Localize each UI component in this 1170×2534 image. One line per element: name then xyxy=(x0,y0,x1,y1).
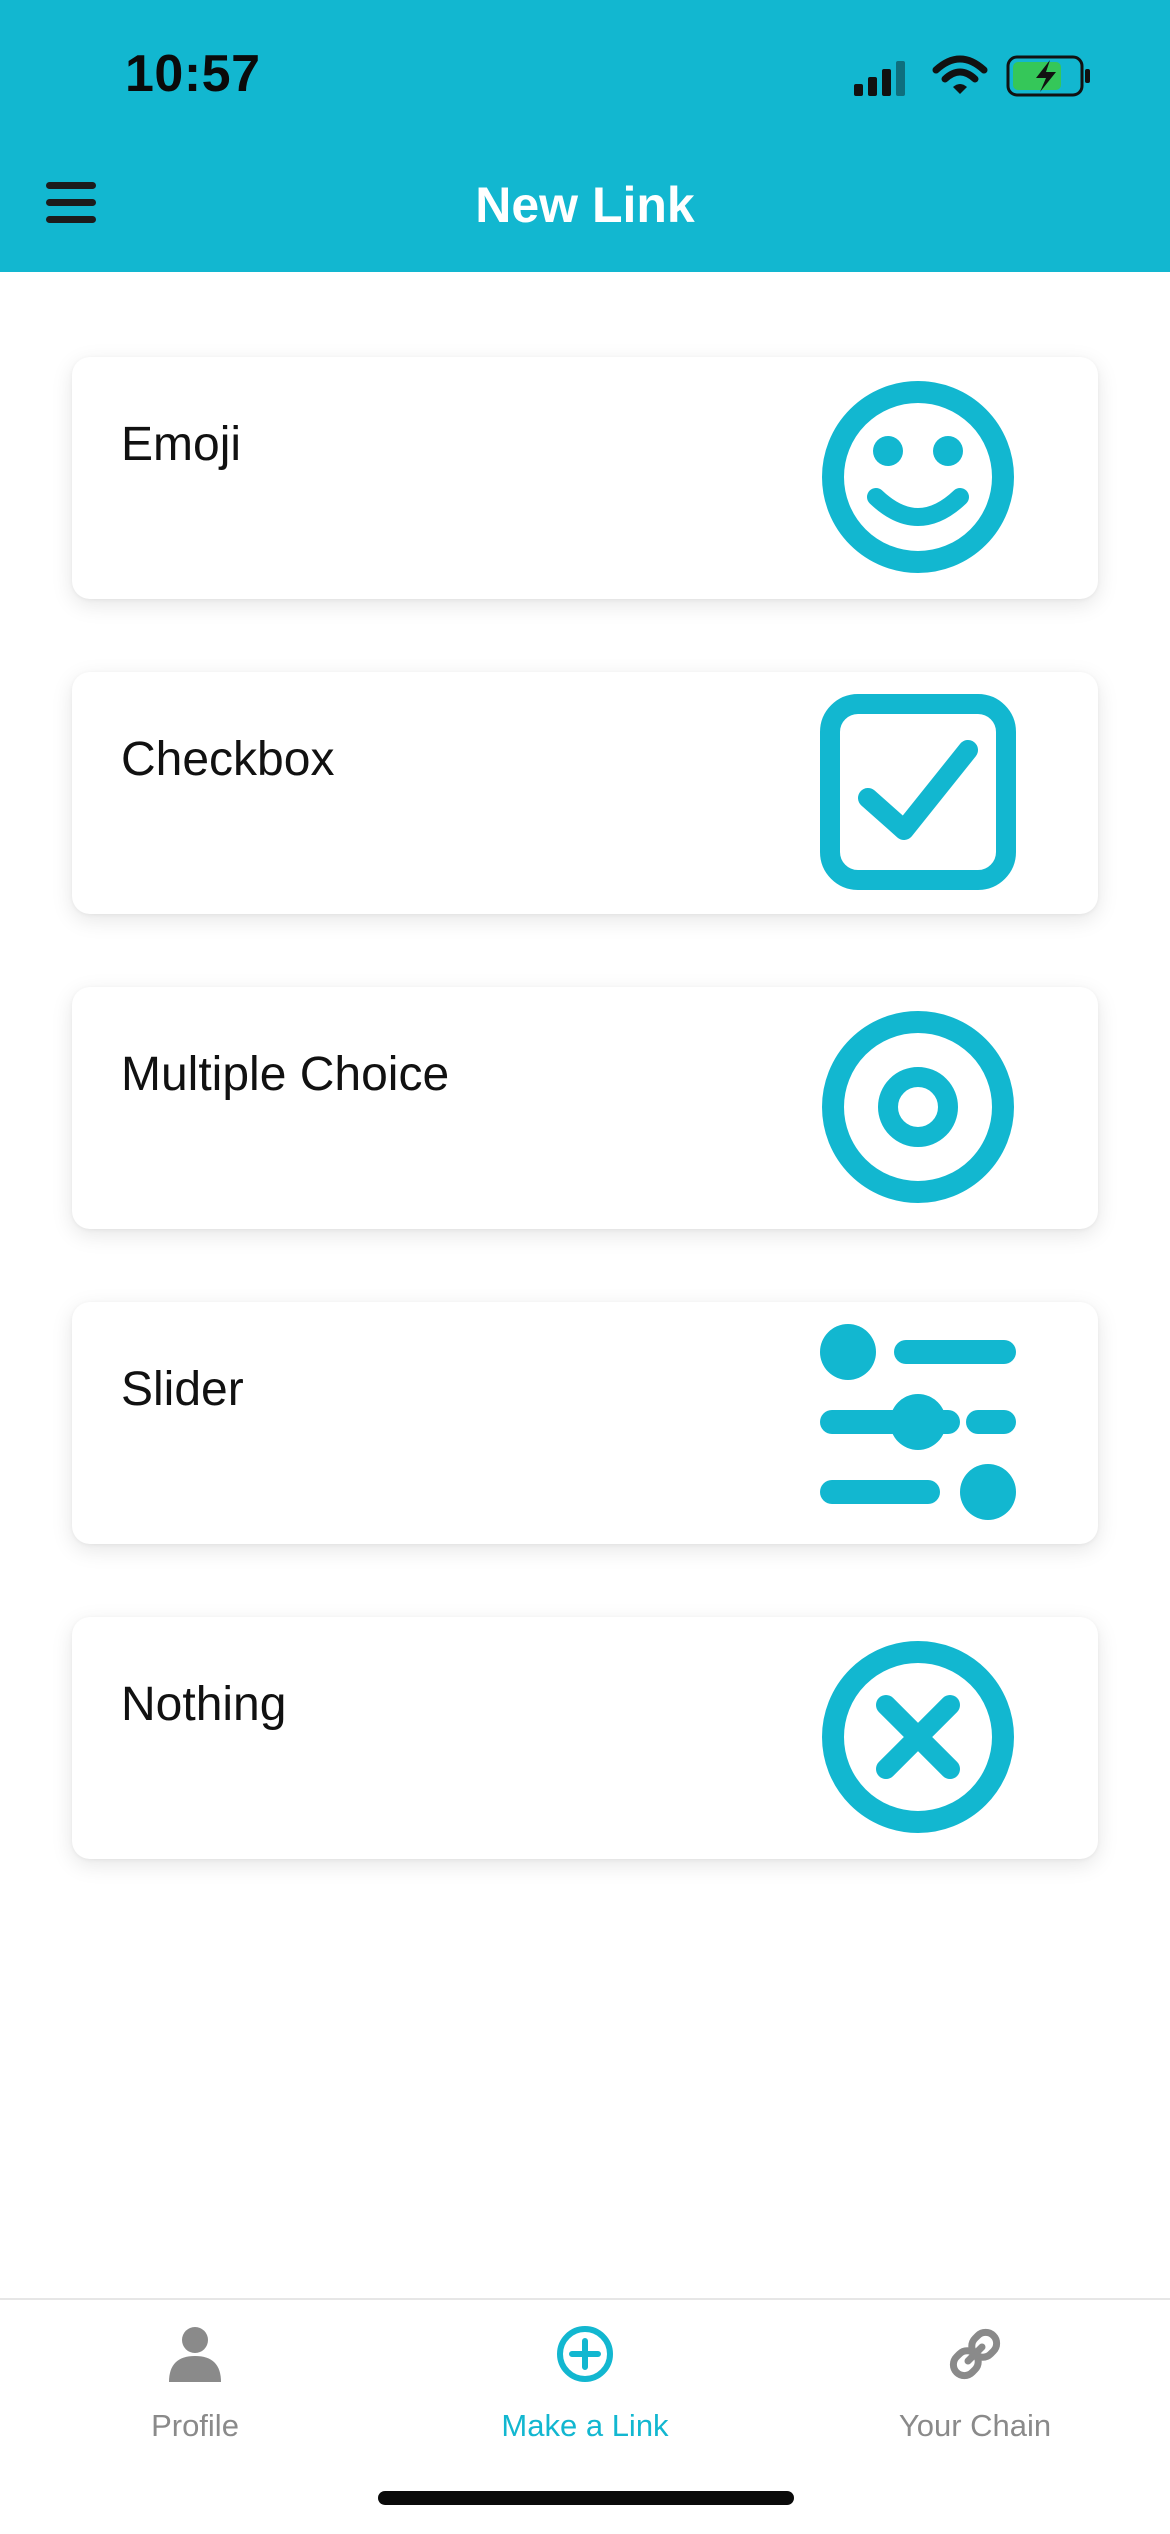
status-icons xyxy=(852,52,1092,102)
app-header: 10:57 New Link xyxy=(0,0,1170,272)
wifi-icon xyxy=(932,55,988,94)
home-indicator xyxy=(378,2491,794,2505)
battery-icon xyxy=(1006,55,1090,97)
option-label: Multiple Choice xyxy=(121,1048,450,1101)
tab-your-chain[interactable]: Your Chain xyxy=(780,2300,1170,2460)
option-card-multiple-choice[interactable]: Multiple Choice xyxy=(72,987,1098,1229)
plus-circle-icon xyxy=(557,2326,613,2382)
tab-profile[interactable]: Profile xyxy=(0,2300,390,2460)
status-time: 10:57 xyxy=(125,45,261,103)
tab-label: Your Chain xyxy=(898,2408,1052,2443)
option-card-checkbox[interactable]: Checkbox xyxy=(72,672,1098,914)
chain-link-icon xyxy=(949,2328,1001,2380)
option-label: Emoji xyxy=(121,418,242,471)
option-card-slider[interactable]: Slider xyxy=(72,1302,1098,1544)
page-title: New Link xyxy=(475,177,695,233)
x-circle-icon xyxy=(822,1641,1014,1833)
tab-label: Profile xyxy=(151,2408,239,2443)
radio-button-icon xyxy=(822,1011,1014,1203)
checkbox-checked-icon xyxy=(820,694,1016,890)
tab-make-a-link[interactable]: Make a Link xyxy=(390,2300,780,2460)
person-icon xyxy=(169,2327,221,2382)
signal-icon xyxy=(854,61,905,96)
smiley-face-icon xyxy=(822,381,1014,573)
option-label: Slider xyxy=(121,1363,244,1416)
option-card-nothing[interactable]: Nothing xyxy=(72,1617,1098,1859)
option-card-emoji[interactable]: Emoji xyxy=(72,357,1098,599)
option-label: Checkbox xyxy=(121,733,335,786)
sliders-icon xyxy=(820,1324,1016,1520)
option-label: Nothing xyxy=(121,1678,287,1731)
tab-label: Make a Link xyxy=(501,2408,669,2443)
